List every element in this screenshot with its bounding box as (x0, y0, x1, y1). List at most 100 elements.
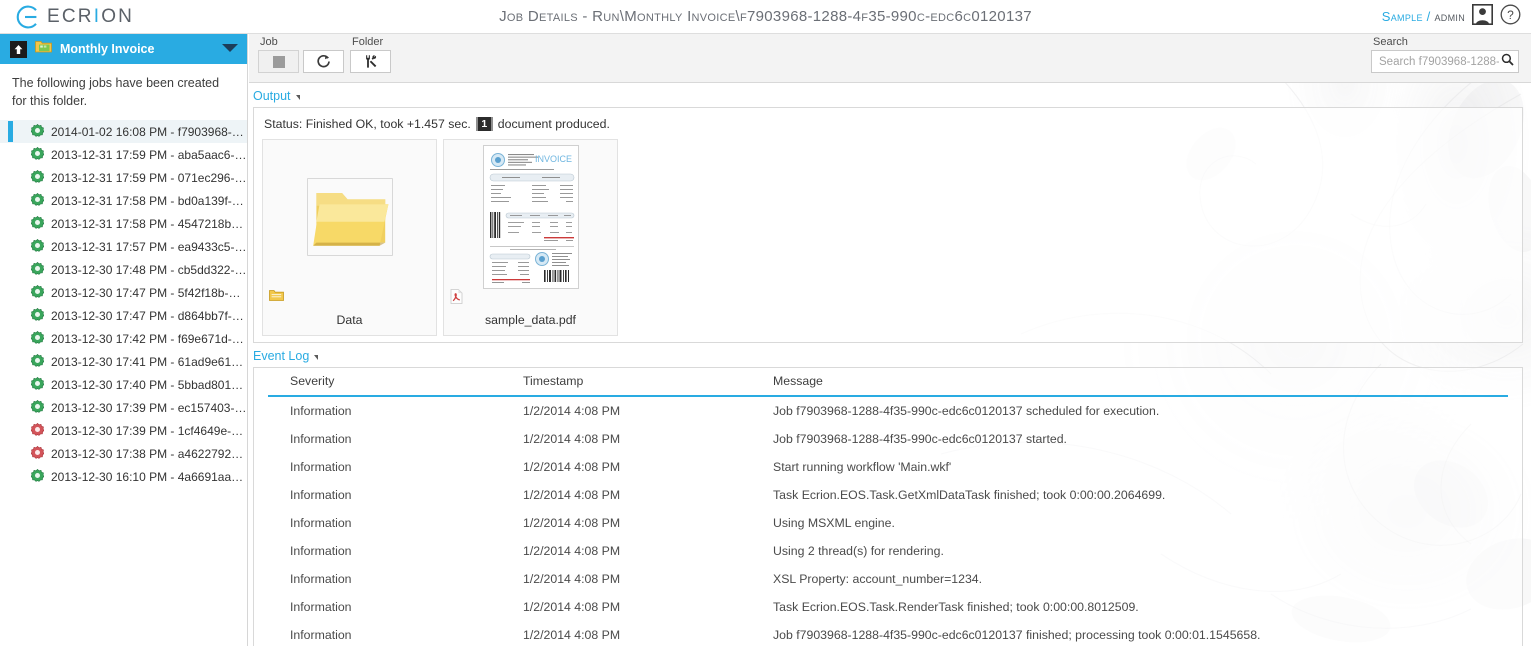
event-severity: Information (290, 544, 352, 558)
output-status-line: Status: Finished OK, took +1.457 sec. 1 … (254, 108, 1522, 139)
job-list-item[interactable]: 2013-12-30 17:42 PM - f69e671d-6485… (0, 327, 247, 350)
event-severity: Information (290, 600, 352, 614)
job-list-item-label: 2013-12-30 17:48 PM - cb5dd322-45b… (51, 262, 247, 277)
output-item-pdf[interactable]: INVOICE sample_data.pdf (443, 139, 618, 336)
event-message: Job f7903968-1288-4f35-990c-edc6c0120137… (773, 628, 1261, 642)
folder-settings-button[interactable] (350, 50, 391, 73)
column-header-message[interactable]: Message (773, 368, 1508, 397)
job-list-item[interactable]: 2014-01-02 16:08 PM - f7903968-1288… (0, 120, 247, 144)
event-message: Task Ecrion.EOS.Task.RenderTask finished… (773, 600, 1139, 614)
event-log-row[interactable]: Information 1/2/2014 4:08 PM XSL Property:… (268, 565, 1508, 593)
job-list-item[interactable]: 2013-12-30 17:39 PM - 1cf4649e-4034… (0, 419, 247, 442)
user-avatar-icon[interactable] (1471, 2, 1494, 30)
event-log-row[interactable]: Information 1/2/2014 4:08 PM Using MSXML e… (268, 509, 1508, 537)
event-severity: Information (290, 432, 352, 446)
stop-job-button[interactable] (258, 50, 299, 73)
folder-toolbar-group: Folder (350, 34, 391, 73)
account-area: Sample / admin ? (1382, 2, 1521, 30)
job-list-item[interactable]: 2013-12-30 16:10 PM - 4a6691aa-76c… (0, 465, 247, 488)
job-status-ok-icon (30, 307, 45, 324)
job-list-item-label: 2013-12-31 17:58 PM - 4547218b-f527… (51, 216, 247, 231)
job-list-item[interactable]: 2013-12-30 17:48 PM - cb5dd322-45b… (0, 258, 247, 281)
search-box[interactable] (1371, 50, 1519, 73)
event-message: Job f7903968-1288-4f35-990c-edc6c0120137… (773, 404, 1160, 418)
event-timestamp: 1/2/2014 4:08 PM (523, 544, 621, 558)
search-input[interactable] (1377, 54, 1501, 69)
status-text: Status: Finished OK, took +1.457 sec. (264, 117, 471, 131)
event-log-row[interactable]: Information 1/2/2014 4:08 PM Job f7903968-… (268, 425, 1508, 453)
job-status-ok-icon (30, 399, 45, 416)
job-status-error-icon (30, 445, 45, 462)
job-list-item[interactable]: 2013-12-30 17:38 PM - a4622792-b8b… (0, 442, 247, 465)
event-log-section-title: Event Log (253, 349, 310, 363)
job-status-ok-icon (30, 169, 45, 186)
event-log-row[interactable]: Information 1/2/2014 4:08 PM Start running… (268, 453, 1508, 481)
job-toolbar-group: Job (258, 34, 344, 73)
event-severity: Information (290, 488, 352, 502)
output-section-header[interactable]: Output (249, 83, 300, 107)
job-status-ok-icon (30, 261, 45, 278)
refresh-button[interactable] (303, 50, 344, 73)
output-item-folder[interactable]: Data (262, 139, 437, 336)
job-list-item[interactable]: 2013-12-31 17:58 PM - 4547218b-f527… (0, 212, 247, 235)
account-tenant[interactable]: Sample (1382, 9, 1423, 24)
event-log-row[interactable]: Information 1/2/2014 4:08 PM Using 2 threa… (268, 537, 1508, 565)
job-status-ok-icon (30, 284, 45, 301)
sidebar-note: The following jobs have been created for… (12, 76, 220, 109)
chevron-down-icon[interactable] (221, 40, 239, 58)
job-list-item[interactable]: 2013-12-31 17:59 PM - aba5aac6-f398… (0, 143, 247, 166)
folder-header[interactable]: Monthly Invoice (0, 34, 247, 64)
job-list-item[interactable]: 2013-12-30 17:40 PM - 5bbad801-f35… (0, 373, 247, 396)
job-status-ok-icon (30, 468, 45, 485)
svg-text:INVOICE: INVOICE (534, 154, 571, 164)
folder-yellow-icon (306, 177, 393, 256)
job-list-item-label: 2013-12-30 17:41 PM - 61ad9e61-2d5… (51, 354, 247, 369)
job-list-item[interactable]: 2013-12-30 17:41 PM - 61ad9e61-2d5… (0, 350, 247, 373)
job-list-item[interactable]: 2013-12-30 17:47 PM - 5f42f18b-7d11… (0, 281, 247, 304)
column-header-timestamp[interactable]: Timestamp (523, 368, 773, 397)
job-list-item[interactable]: 2013-12-31 17:58 PM - bd0a139f-c424… (0, 189, 247, 212)
event-log-row[interactable]: Information 1/2/2014 4:08 PM Task Ecrion.E… (268, 481, 1508, 509)
collapse-triangle-icon[interactable] (295, 95, 300, 100)
job-list-item-label: 2013-12-30 17:42 PM - f69e671d-6485… (51, 331, 247, 346)
content-area: Output Status: Finished OK, took +1.457 … (249, 83, 1531, 646)
account-label[interactable]: Sample / admin (1382, 9, 1465, 24)
folder-small-icon (269, 289, 284, 307)
event-timestamp: 1/2/2014 4:08 PM (523, 404, 621, 418)
folder-group-label: Folder (352, 36, 384, 48)
job-list-item-label: 2013-12-30 17:40 PM - 5bbad801-f35… (51, 377, 247, 392)
folder-thumbnail (263, 140, 436, 293)
job-list-item[interactable]: 2013-12-30 17:39 PM - ec157403-f8f8-… (0, 396, 247, 419)
column-header-severity[interactable]: Severity (268, 368, 523, 397)
event-severity: Information (290, 516, 352, 530)
pdf-thumbnail: INVOICE (444, 140, 617, 293)
output-item-name: Data (336, 313, 363, 327)
job-group-label: Job (260, 36, 278, 48)
event-log-header-row: Severity Timestamp Message (268, 368, 1508, 397)
event-log-row[interactable]: Information 1/2/2014 4:08 PM Job f7903968-… (268, 396, 1508, 425)
help-question-icon[interactable]: ? (1500, 4, 1521, 30)
folder-open-icon (35, 39, 52, 59)
account-user[interactable]: admin (1435, 9, 1466, 24)
event-timestamp: 1/2/2014 4:08 PM (523, 460, 621, 474)
job-status-ok-icon (30, 123, 45, 140)
event-log-section-header[interactable]: Event Log (249, 343, 319, 367)
pdf-small-icon (450, 289, 463, 309)
status-suffix: document produced. (497, 117, 610, 131)
arrow-up-icon[interactable] (10, 40, 27, 58)
stop-square-icon (272, 55, 285, 68)
event-log-row[interactable]: Information 1/2/2014 4:08 PM Task Ecrion.E… (268, 593, 1508, 621)
event-severity: Information (290, 460, 352, 474)
job-list-item[interactable]: 2013-12-31 17:59 PM - 071ec296-e2fa… (0, 166, 247, 189)
event-log-row[interactable]: Information 1/2/2014 4:08 PM Job f7903968-… (268, 621, 1508, 646)
job-list-item-label: 2014-01-02 16:08 PM - f7903968-1288… (51, 124, 247, 139)
job-list-item[interactable]: 2013-12-31 17:57 PM - ea9433c5-078… (0, 235, 247, 258)
collapse-triangle-icon[interactable] (314, 355, 319, 360)
job-list-item-label: 2013-12-31 17:59 PM - 071ec296-e2fa… (51, 170, 247, 185)
folder-name: Monthly Invoice (60, 42, 155, 56)
job-list-item-label: 2013-12-30 17:39 PM - 1cf4649e-4034… (51, 423, 247, 438)
job-list-item[interactable]: 2013-12-30 17:47 PM - d864bb7f-cc31… (0, 304, 247, 327)
event-message: Start running workflow 'Main.wkf' (773, 460, 952, 474)
job-list-item-label: 2013-12-30 17:38 PM - a4622792-b8b… (51, 446, 247, 461)
search-magnifier-icon[interactable] (1501, 53, 1514, 71)
